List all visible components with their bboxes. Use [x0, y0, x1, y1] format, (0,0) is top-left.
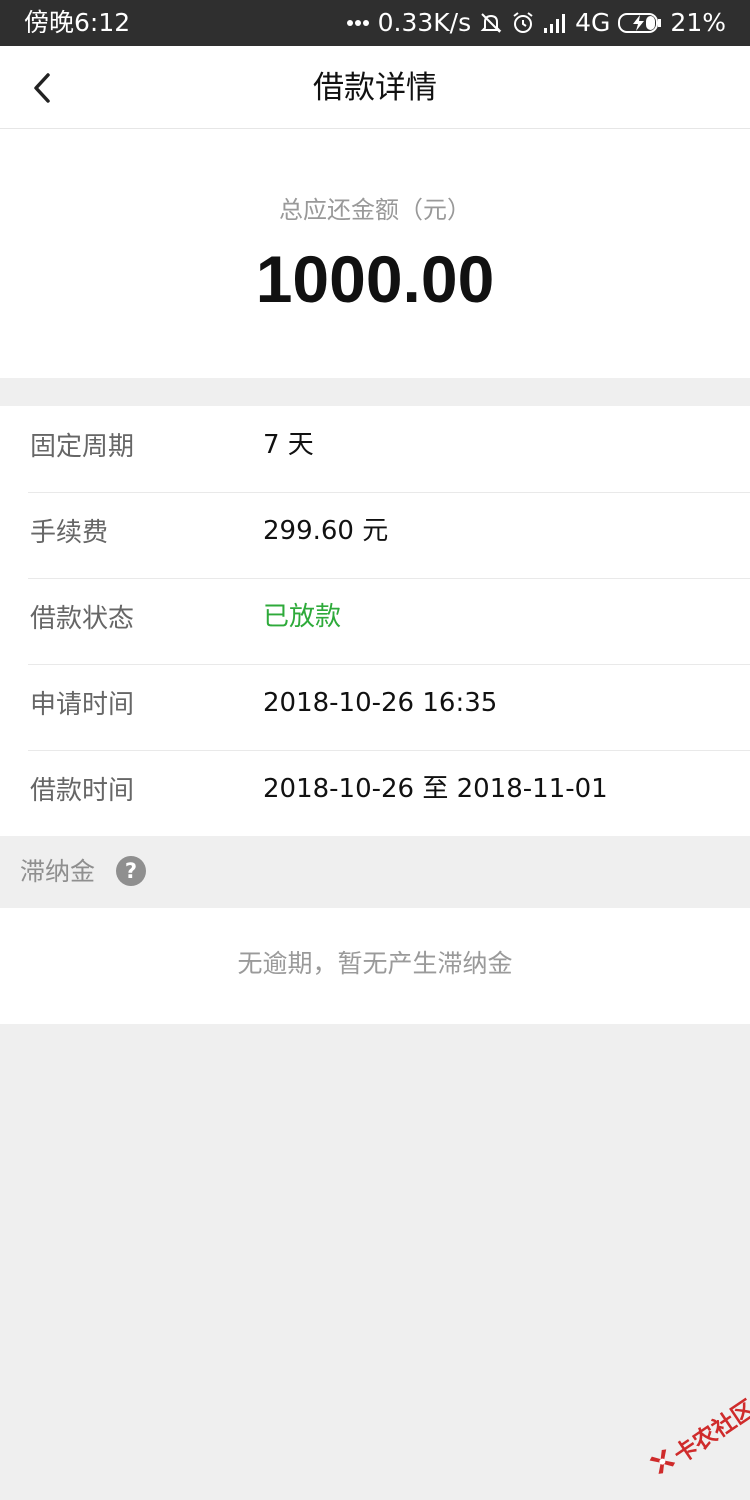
watermark-text: 卡农社区 [669, 1395, 750, 1469]
detail-row-fee: 手续费 299.60 元 [28, 492, 750, 579]
bell-off-icon [480, 13, 502, 33]
battery-level: 21% [670, 8, 726, 37]
detail-row-apply-time: 申请时间 2018-10-26 16:35 [28, 664, 750, 751]
detail-value: 2018-10-26 16:35 [263, 688, 498, 718]
status-bar: 傍晚6:12 0.33K/s 4G 21% [0, 0, 750, 46]
detail-label: 借款时间 [30, 776, 135, 806]
detail-label: 申请时间 [30, 690, 135, 720]
total-amount-value: 1000.00 [255, 242, 495, 316]
status-time: 傍晚6:12 [24, 8, 131, 37]
battery-charging-icon [618, 13, 662, 33]
detail-row-loan-time: 借款时间 2018-10-26 至 2018-11-01 [28, 750, 750, 836]
detail-label: 固定周期 [30, 432, 135, 462]
network-speed: 0.33K/s [377, 8, 472, 37]
network-type: 4G [575, 8, 611, 37]
late-fee-message: 无逾期，暂无产生滞纳金 [237, 949, 513, 978]
nav-bar: 借款详情 [0, 46, 750, 129]
loan-status-value: 已放款 [263, 602, 342, 632]
late-fee-content: 无逾期，暂无产生滞纳金 [0, 908, 750, 1024]
total-amount-label: 总应还金额（元） [279, 196, 471, 224]
detail-value: 7 天 [263, 430, 314, 460]
amount-summary: 总应还金额（元） 1000.00 [0, 129, 750, 378]
page-title: 借款详情 [313, 70, 437, 106]
late-fee-header: 滞纳金 ? [0, 836, 750, 908]
status-icons: 0.33K/s 4G 21% [346, 8, 726, 38]
detail-label: 手续费 [30, 518, 109, 548]
more-dots-icon [346, 20, 369, 26]
watermark-logo: 卡农社区 [637, 1389, 750, 1495]
detail-value: 299.60 元 [263, 516, 389, 546]
help-icon[interactable]: ? [116, 856, 146, 886]
alarm-icon [513, 12, 533, 33]
detail-value: 2018-10-26 至 2018-11-01 [263, 774, 608, 804]
late-fee-title: 滞纳金 [20, 857, 96, 886]
detail-label: 借款状态 [30, 604, 135, 634]
loan-details-list: 固定周期 7 天 手续费 299.60 元 借款状态 已放款 申请时间 2018… [0, 406, 750, 836]
detail-row-status: 借款状态 已放款 [28, 578, 750, 665]
detail-row-period: 固定周期 7 天 [28, 406, 750, 493]
signal-icon [544, 14, 566, 33]
